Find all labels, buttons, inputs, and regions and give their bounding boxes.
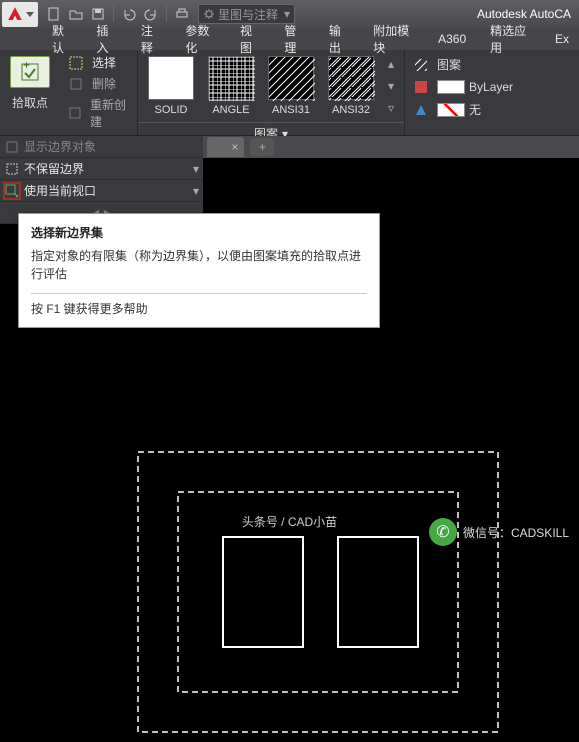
wechat-icon: ✆	[429, 518, 457, 546]
background-dropdown[interactable]: 无	[413, 101, 513, 118]
recreate-icon	[68, 105, 82, 121]
tooltip-body: 指定对象的有限集（称为边界集），以便由图案填充的拾取点进行评估	[31, 247, 367, 283]
dropdown-icon: ▾	[284, 7, 290, 21]
delete-button: 删除	[68, 75, 129, 92]
ribbon-pattern-panel: SOLID ANGLE ANSI31 ANSI32 ▴ ▾ ▿ 图案 ▾	[138, 50, 404, 135]
close-icon[interactable]: ×	[231, 140, 238, 154]
delete-icon	[68, 76, 84, 92]
use-viewport-dropdown[interactable]: 使用当前视口 ▾	[0, 180, 203, 202]
select-icon	[68, 55, 84, 71]
show-boundary-row: 显示边界对象	[0, 136, 203, 158]
select-boundary-set-icon[interactable]	[4, 183, 20, 199]
new-tab-button[interactable]: +	[250, 138, 274, 156]
pick-points-label: 拾取点	[12, 94, 48, 111]
tooltip: 选择新边界集 指定对象的有限集（称为边界集），以便由图案填充的拾取点进行评估 按…	[18, 213, 380, 328]
drawing-content	[128, 442, 528, 742]
svg-text:+: +	[23, 61, 30, 72]
tab-label	[217, 140, 220, 154]
watermark: ✆ 微信号：CADSKILL	[429, 518, 569, 546]
boundary-show-icon	[4, 139, 20, 155]
pattern-type-dropdown[interactable]: 图案	[413, 56, 513, 73]
ribbon: + 拾取点 选择 删除 重新创建 SOLID ANGLE	[0, 50, 579, 136]
ribbon-properties-panel: 图案 ByLayer 无	[404, 50, 521, 135]
app-title: Autodesk AutoCA	[477, 7, 571, 21]
document-tab[interactable]: ×	[207, 137, 244, 157]
color-dropdown[interactable]: ByLayer	[413, 79, 513, 95]
plus-icon: +	[259, 140, 266, 154]
ribbon-pick-panel: + 拾取点	[0, 50, 60, 135]
divider	[31, 293, 367, 294]
pattern-swatch-icon	[328, 56, 374, 100]
tooltip-title: 选择新边界集	[31, 224, 367, 241]
chevron-down-icon: ▾	[193, 162, 199, 176]
tooltip-help: 按 F1 键获得更多帮助	[31, 300, 367, 317]
boundary-options-panel: 显示边界对象 不保留边界 ▾ 使用当前视口 ▾ ◄►	[0, 136, 203, 224]
hatch-icon	[413, 57, 429, 73]
scroll-down-icon[interactable]: ▾	[388, 79, 394, 93]
tab-express[interactable]: Ex	[545, 30, 579, 48]
watermark-text: 微信号：CADSKILL	[463, 524, 569, 541]
footer-credit: 头条号 / CAD小苗	[242, 513, 337, 530]
gear-icon	[203, 8, 215, 20]
pattern-angle[interactable]: ANGLE	[208, 56, 254, 116]
document-tabs: × +	[203, 136, 579, 158]
color-swatch	[437, 103, 465, 117]
pick-points-button[interactable]: +	[10, 56, 50, 88]
pattern-ansi32[interactable]: ANSI32	[328, 56, 374, 116]
pattern-swatch-icon	[268, 56, 314, 100]
pattern-ansi31[interactable]: ANSI31	[268, 56, 314, 116]
expand-icon[interactable]: ▿	[388, 101, 394, 115]
color-swatch	[437, 80, 465, 94]
scroll-up-icon[interactable]: ▴	[388, 57, 394, 71]
pattern-swatch-icon	[148, 56, 194, 100]
bgcolor-icon	[413, 102, 429, 118]
keep-boundary-dropdown[interactable]: 不保留边界 ▾	[0, 158, 203, 180]
ribbon-tabs: 默认 插入 注释 参数化 视图 管理 输出 附加模块 A360 精选应用 Ex	[0, 28, 579, 50]
chevron-down-icon: ▾	[193, 184, 199, 198]
pattern-swatch-icon	[208, 56, 254, 100]
color-icon	[413, 79, 429, 95]
recreate-button: 重新创建	[68, 96, 129, 130]
pattern-solid[interactable]: SOLID	[148, 56, 194, 116]
app-menu-button[interactable]	[2, 2, 38, 27]
ribbon-boundary-panel: 选择 删除 重新创建	[60, 50, 138, 135]
tab-a360[interactable]: A360	[428, 30, 476, 48]
select-button[interactable]: 选择	[68, 54, 129, 71]
boundary-keep-icon	[4, 161, 20, 177]
